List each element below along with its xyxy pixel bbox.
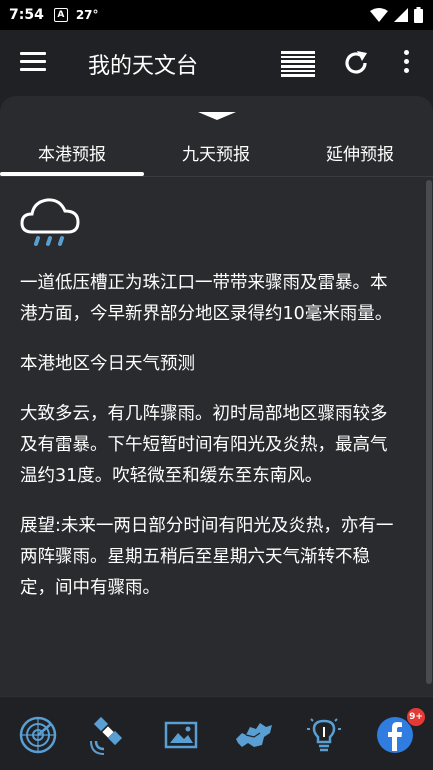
satellite-icon[interactable] (88, 715, 128, 755)
notification-badge: 9+ (406, 707, 426, 727)
battery-icon (414, 7, 423, 23)
forecast-sheet: 本港预报 九天预报 延伸预报 一道低压槽正为珠江口一带带来骤雨及雷暴。本港方面，… (0, 96, 433, 696)
tab-local-forecast[interactable]: 本港预报 (38, 140, 106, 165)
signal-icon (394, 8, 408, 22)
forecast-paragraph: 大致多云，有几阵骤雨。初时局部地区骤雨较多及有雷暴。下午短暂时间有阳光及炎热，最… (20, 404, 388, 486)
menu-icon-line (20, 52, 46, 55)
forecast-tabs: 本港预报 九天预报 延伸预报 (0, 132, 433, 177)
list-view-button[interactable] (281, 51, 315, 77)
chevron-down-icon[interactable] (196, 110, 238, 122)
map-icon[interactable] (234, 715, 274, 755)
forecast-outlook: 展望:未来一两日部分时间有阳光及炎热，亦有一两阵骤雨。星期五稍后至星期六天气渐转… (20, 516, 394, 598)
more-options-button[interactable] (398, 50, 414, 78)
rain-cloud-icon (20, 198, 80, 246)
forecast-heading: 本港地区今日天气预测 (20, 354, 195, 374)
status-icons (370, 7, 423, 23)
forecast-paragraph: 一道低压槽正为珠江口一带带来骤雨及雷暴。本港方面，今早新界部分地区录得约10毫米… (20, 273, 393, 324)
status-time: 7:54 (9, 7, 44, 23)
refresh-icon[interactable] (341, 48, 371, 78)
scrollbar[interactable] (426, 180, 432, 684)
forecast-content: 一道低压槽正为珠江口一带带来骤雨及雷暴。本港方面，今早新界部分地区录得约10毫米… (20, 196, 402, 623)
radar-icon[interactable] (18, 715, 58, 755)
notification-icon: A (53, 8, 68, 22)
tab-divider (0, 176, 433, 177)
tab-extended-forecast[interactable]: 延伸预报 (326, 140, 394, 165)
app-bar: 我的天文台 (0, 30, 433, 96)
app-title: 我的天文台 (88, 54, 199, 79)
menu-button[interactable] (20, 52, 46, 74)
tab-nine-day-forecast[interactable]: 九天预报 (182, 140, 250, 165)
lightbulb-icon[interactable] (304, 715, 344, 755)
bottom-nav: 9+ (0, 696, 433, 770)
photos-icon[interactable] (162, 715, 202, 755)
wifi-icon (370, 8, 388, 22)
menu-icon-line (20, 60, 46, 63)
status-temperature: 27° (75, 8, 99, 22)
menu-icon-line (20, 68, 46, 71)
status-bar: 7:54 A 27° (0, 0, 433, 30)
